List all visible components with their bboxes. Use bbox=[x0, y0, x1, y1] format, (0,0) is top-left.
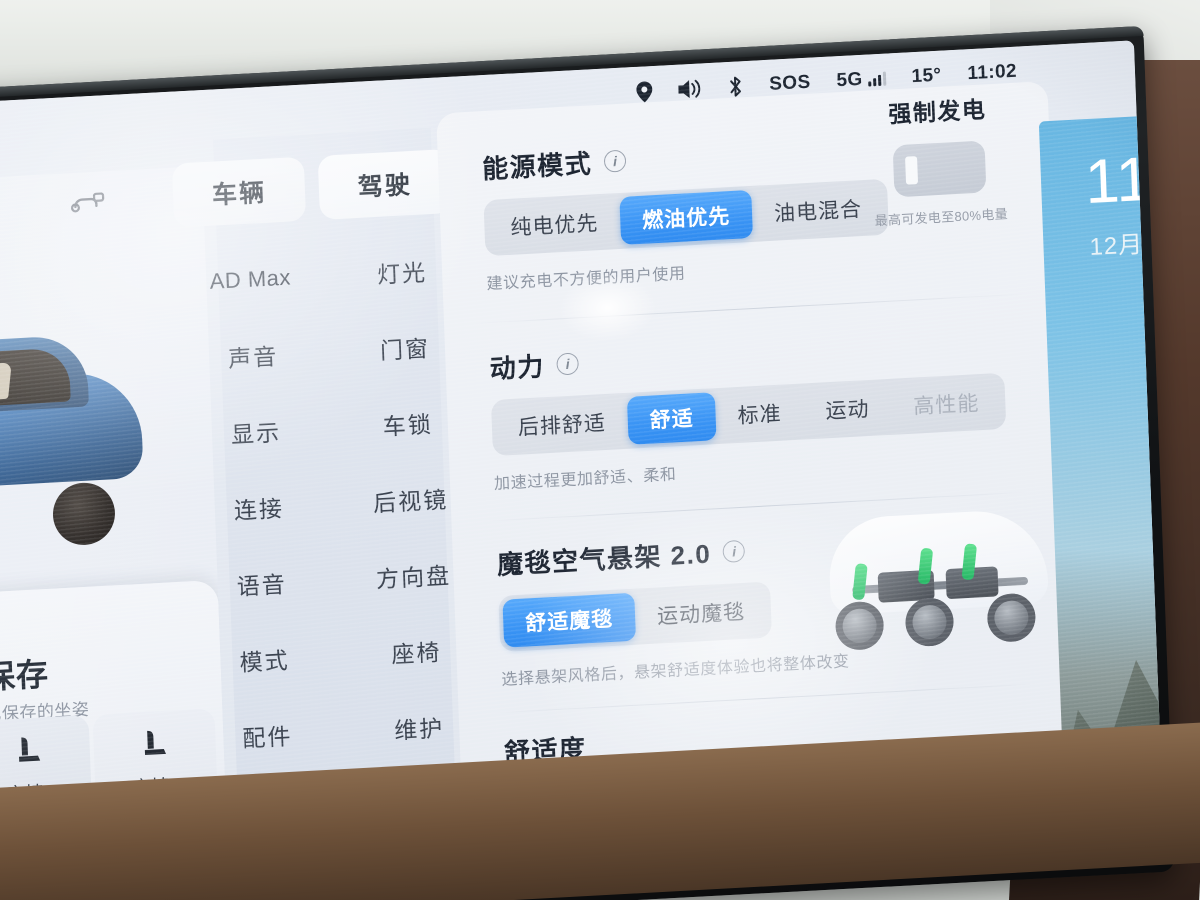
nav-label: 方向盘 bbox=[375, 562, 452, 593]
nav-label: 车锁 bbox=[382, 411, 434, 440]
workspace: 保存 已保存的坐姿 座椅2 bbox=[0, 81, 1165, 837]
energy-mode-segmented-control: 纯电优先 燃油优先 油电混合 bbox=[483, 178, 889, 257]
chassis-wheel bbox=[986, 592, 1037, 643]
nav-label: 语音 bbox=[236, 571, 288, 600]
sidebar-item-sound[interactable]: 声音 bbox=[176, 314, 331, 398]
nav-label: 连接 bbox=[233, 495, 285, 524]
power-option-sport[interactable]: 运动 bbox=[803, 383, 893, 436]
settings-panel: 能源模式 i 纯电优先 燃油优先 油电混合 建议充电不方便的用户使用 强制发电 bbox=[436, 81, 1074, 818]
charge-plug-icon[interactable] bbox=[69, 187, 106, 220]
option-label: 后排舒适 bbox=[517, 412, 607, 440]
seat-icon bbox=[13, 733, 44, 772]
nav-label: AD Max bbox=[209, 264, 292, 294]
sidebar-item-ad-max[interactable]: AD Max bbox=[173, 238, 328, 322]
nav-label: 声音 bbox=[227, 343, 279, 372]
settings-nav-column: 车辆 驾驶 AD Max 灯光 声音 门窗 显示 车锁 连接 后视镜 语音 方向… bbox=[171, 127, 457, 828]
energy-mode-title: 能源模式 bbox=[481, 148, 593, 185]
option-label: 运动 bbox=[825, 397, 870, 424]
nav-label: 模式 bbox=[239, 647, 291, 676]
power-option-high-performance[interactable]: 高性能 bbox=[891, 377, 1003, 431]
tab-vehicle-label: 车辆 bbox=[211, 178, 267, 210]
save-title: 保存 bbox=[0, 655, 50, 696]
option-label: 纯电优先 bbox=[510, 212, 599, 240]
outside-temperature: 15° bbox=[911, 64, 942, 88]
option-label: 运动魔毯 bbox=[656, 600, 746, 629]
info-icon[interactable]: i bbox=[722, 539, 746, 563]
power-section: 动力 i 后排舒适 舒适 标准 运动 高性能 加速过程更加舒适、柔和 bbox=[444, 293, 1062, 496]
power-title: 动力 bbox=[489, 351, 546, 385]
info-icon[interactable]: i bbox=[603, 149, 627, 173]
option-label: 燃油优先 bbox=[641, 205, 731, 233]
option-label: 高性能 bbox=[913, 392, 980, 419]
nav-label: 配件 bbox=[242, 723, 293, 752]
forced-generation-title: 强制发电 bbox=[887, 96, 987, 128]
nav-label: 灯光 bbox=[376, 259, 428, 288]
location-pin-icon[interactable] bbox=[636, 80, 653, 103]
sidebar-item-display[interactable]: 显示 bbox=[179, 390, 334, 474]
tab-driving[interactable]: 驾驶 bbox=[317, 148, 452, 220]
network-status: 5G bbox=[836, 68, 886, 93]
tab-vehicle[interactable]: 车辆 bbox=[171, 156, 307, 228]
power-option-rear-comfort[interactable]: 后排舒适 bbox=[495, 397, 629, 452]
sidebar-item-connection[interactable]: 连接 bbox=[182, 466, 337, 550]
chassis-wheel bbox=[834, 600, 885, 652]
sos-label[interactable]: SOS bbox=[769, 72, 811, 96]
toggle-knob bbox=[905, 156, 919, 185]
suspension-segmented-control: 舒适魔毯 运动魔毯 bbox=[498, 581, 772, 652]
forced-generation-hint: 最高可发电至80%电量 bbox=[874, 206, 1009, 229]
option-label: 油电混合 bbox=[773, 198, 863, 226]
suspension-option-comfort-carpet[interactable]: 舒适魔毯 bbox=[502, 592, 637, 648]
suspension-title: 魔毯空气悬架 2.0 bbox=[496, 538, 712, 580]
signal-bars-icon bbox=[867, 71, 886, 87]
energy-mode-option-ev-priority[interactable]: 纯电优先 bbox=[488, 197, 622, 252]
suspension-option-sport-carpet[interactable]: 运动魔毯 bbox=[634, 586, 768, 641]
forced-generation-toggle[interactable] bbox=[892, 140, 987, 198]
sidebar-item-accessories[interactable]: 配件 bbox=[190, 693, 345, 777]
energy-mode-section: 能源模式 i 纯电优先 燃油优先 油电混合 建议充电不方便的用户使用 强制发电 bbox=[436, 81, 1054, 296]
suspension-section: 魔毯空气悬架 2.0 i 舒适魔毯 运动魔毯 选择悬架风格后，悬架舒适度体验也将… bbox=[452, 491, 1069, 692]
sidebar-item-voice[interactable]: 语音 bbox=[184, 542, 339, 626]
vehicle-3d-model[interactable] bbox=[0, 316, 186, 561]
forced-generation-block: 强制发电 最高可发电至80%电量 bbox=[852, 88, 1027, 230]
option-label: 舒适 bbox=[649, 407, 695, 433]
info-icon[interactable]: i bbox=[556, 351, 580, 376]
volume-icon[interactable] bbox=[678, 78, 703, 99]
passenger-date: 12月 bbox=[1089, 231, 1144, 262]
photo-of-car-infotainment-screen: SOS 5G 15° 11:02 保存 已保存的坐姿 车辆 驾驶 AD Max … bbox=[0, 0, 1200, 900]
nav-label: 后视镜 bbox=[372, 486, 449, 517]
air-suspension-chassis-illustration bbox=[824, 505, 1059, 657]
power-option-comfort[interactable]: 舒适 bbox=[626, 392, 717, 445]
option-label: 舒适魔毯 bbox=[524, 607, 614, 636]
nav-label: 门窗 bbox=[379, 335, 431, 364]
nav-label: 维护 bbox=[393, 715, 445, 744]
tab-driving-label: 驾驶 bbox=[357, 170, 413, 202]
nav-tabs: 车辆 驾驶 bbox=[171, 148, 478, 228]
energy-mode-option-fuel-priority[interactable]: 燃油优先 bbox=[619, 189, 753, 245]
network-label: 5G bbox=[836, 68, 864, 92]
chassis-wheel bbox=[904, 596, 955, 648]
nav-label: 座椅 bbox=[390, 639, 442, 668]
power-option-standard[interactable]: 标准 bbox=[715, 387, 805, 440]
nav-label: 显示 bbox=[230, 419, 282, 448]
seat-icon bbox=[139, 727, 170, 766]
clock: 11:02 bbox=[967, 60, 1018, 85]
bluetooth-icon[interactable] bbox=[728, 75, 744, 98]
sidebar-item-modes[interactable]: 模式 bbox=[187, 617, 342, 701]
option-label: 标准 bbox=[737, 402, 783, 428]
car-wheel-rear bbox=[51, 481, 117, 547]
power-segmented-control: 后排舒适 舒适 标准 运动 高性能 bbox=[490, 372, 1007, 457]
